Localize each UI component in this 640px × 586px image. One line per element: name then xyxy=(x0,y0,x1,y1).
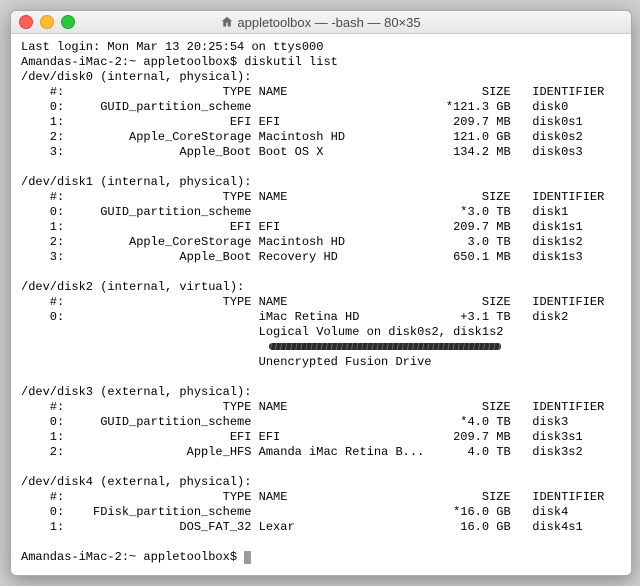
window-title-text: appletoolbox — -bash — 80×35 xyxy=(237,15,420,30)
cursor-icon xyxy=(244,551,251,564)
redacted-uuid xyxy=(269,343,501,350)
titlebar: appletoolbox — -bash — 80×35 xyxy=(11,11,631,34)
terminal-output[interactable]: Last login: Mon Mar 13 20:25:54 on ttys0… xyxy=(11,34,631,575)
zoom-icon[interactable] xyxy=(61,15,75,29)
minimize-icon[interactable] xyxy=(40,15,54,29)
window-title: appletoolbox — -bash — 80×35 xyxy=(11,15,631,30)
terminal-window: appletoolbox — -bash — 80×35 Last login:… xyxy=(10,10,632,576)
traffic-lights xyxy=(19,15,75,29)
home-icon xyxy=(221,16,233,28)
close-icon[interactable] xyxy=(19,15,33,29)
